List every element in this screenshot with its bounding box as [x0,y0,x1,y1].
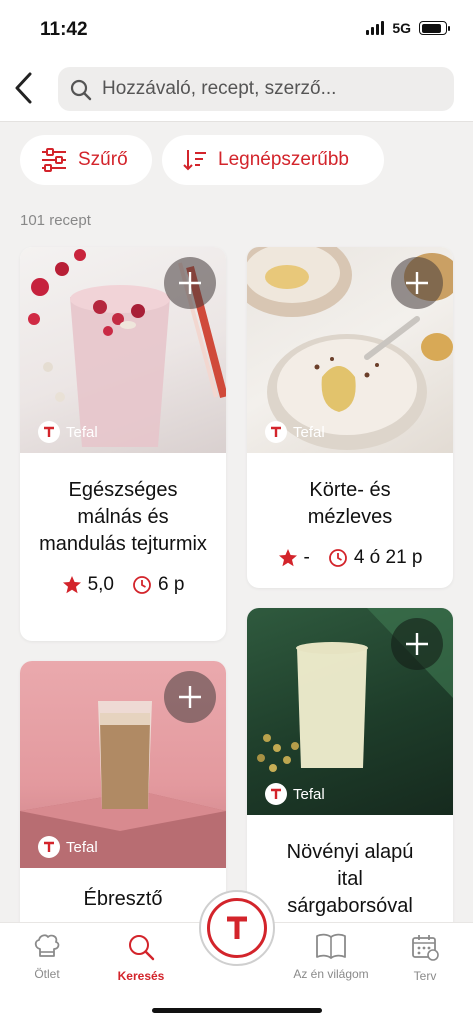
chevron-left-icon [15,72,32,104]
sort-icon [183,150,206,171]
sort-button[interactable]: Legnépszerűbb [162,135,384,185]
recipe-image: Tefal [20,661,226,868]
sort-label: Legnépszerűbb [218,149,349,170]
star-icon [278,549,297,567]
filter-label: Szűrő [78,149,128,170]
add-recipe-button[interactable] [164,257,216,309]
status-bar: 11:42 5G [0,0,473,56]
search-icon [129,935,155,961]
plus-icon [406,272,428,294]
result-count: 101 recept [20,212,91,229]
nav-label-search: Keresés [117,969,165,983]
clock-icon [328,549,347,567]
plus-icon [406,633,428,655]
nav-item-search[interactable]: Keresés [86,933,196,983]
brand-tag: Tefal [265,783,325,805]
recipe-card[interactable]: Tefal Egészséges málnás és mandulás tejt… [20,247,226,641]
recipe-image: Tefal [247,608,453,815]
search-icon [70,79,92,101]
recipe-title: Ébresztő [83,888,163,910]
sliders-icon [42,148,66,172]
nav-label-plan: Terv [413,969,437,983]
recipe-title: Körte- és mézleves [307,479,393,528]
nav-label-idea: Ötlet [34,967,60,981]
calendar-icon [412,935,439,961]
tefal-home-button[interactable] [199,890,275,966]
tefal-logo-icon [265,421,287,443]
add-recipe-button[interactable] [391,257,443,309]
tefal-logo-icon [38,836,60,858]
recipe-card[interactable]: Tefal Növényi alapú ital sárgaborsóval [247,608,453,961]
search-box[interactable] [58,67,454,111]
status-icons: 5G [366,20,450,36]
signal-icon [366,21,385,35]
rating-value: - [303,547,310,568]
battery-icon [419,21,450,35]
plus-icon [179,686,201,708]
tefal-logo-icon [38,421,60,443]
add-recipe-button[interactable] [391,618,443,670]
time-value: 4 ó 21 p [353,547,423,568]
rating-value: 5,0 [87,574,114,595]
recipe-card[interactable]: Tefal Körte- és mézleves - 4 ó 21 p [247,247,453,588]
tefal-logo-icon [207,898,267,958]
brand-tag: Tefal [265,421,325,443]
brand-label: Tefal [293,785,325,803]
brand-tag: Tefal [38,421,98,443]
recipe-image: Tefal [247,247,453,453]
plus-icon [179,272,201,294]
search-header [0,56,473,122]
recipe-title: Egészséges málnás és mandulás tejturmix [39,479,207,555]
search-input[interactable] [102,67,442,111]
star-icon [62,576,81,594]
filter-button[interactable]: Szűrő [20,135,152,185]
tefal-logo-icon [265,783,287,805]
time-value: 6 p [158,574,185,595]
recipe-meta: 5,0 6 p [20,574,226,596]
home-indicator [152,1008,322,1013]
status-time: 11:42 [40,19,88,40]
brand-tag: Tefal [38,836,98,858]
recipe-title: Növényi alapú ital sárgaborsóval [286,841,414,917]
brand-label: Tefal [66,838,98,856]
clock-icon [133,576,151,594]
nav-label-world: Az én világom [293,967,369,981]
recipe-meta: - 4 ó 21 p [247,547,453,569]
brand-label: Tefal [66,423,98,441]
nav-item-plan[interactable]: Terv [370,933,473,983]
add-recipe-button[interactable] [164,671,216,723]
chef-hat-icon [34,934,60,957]
brand-label: Tefal [293,423,325,441]
recipe-card[interactable]: Tefal Ébresztő [20,661,226,961]
book-icon [316,933,346,959]
back-button[interactable] [10,70,40,106]
recipe-image: Tefal [20,247,226,453]
network-label: 5G [392,20,411,36]
